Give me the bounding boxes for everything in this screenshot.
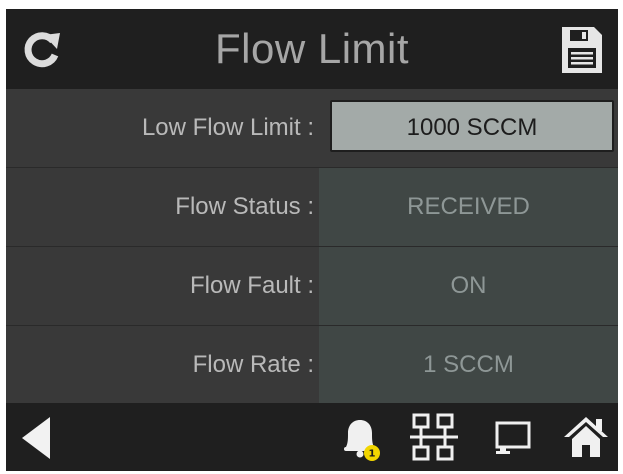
flow-limit-screen: Flow Limit Low Flow Limit : 1000 SCCM Fl… (6, 9, 618, 471)
low-flow-limit-input[interactable]: 1000 SCCM (330, 100, 614, 152)
alarm-bell-icon[interactable]: 1 (340, 415, 386, 463)
network-icon[interactable] (408, 411, 460, 465)
flow-rate-label: Flow Rate : (192, 351, 314, 378)
row-flow-rate: Flow Rate : 1 SCCM (6, 326, 618, 405)
flow-rate-value: 1 SCCM (319, 326, 618, 404)
footer-bar: 1 (6, 403, 618, 471)
flow-fault-label: Flow Fault : (189, 272, 314, 299)
alarm-count: 1 (369, 449, 376, 460)
row-flow-fault: Flow Fault : ON (6, 247, 618, 326)
page-title: Flow Limit (214, 25, 410, 72)
home-icon[interactable] (562, 413, 610, 461)
row-low-flow-limit: Low Flow Limit : 1000 SCCM (6, 89, 618, 168)
device-icon[interactable] (492, 417, 534, 459)
back-arrow-icon[interactable] (18, 415, 54, 461)
flow-fault-value: ON (319, 247, 618, 325)
row-flow-status: Flow Status : RECEIVED (6, 168, 618, 247)
settings-list: Low Flow Limit : 1000 SCCM Flow Status :… (6, 89, 618, 405)
flow-status-value: RECEIVED (319, 168, 618, 246)
header-bar: Flow Limit (6, 9, 618, 89)
flow-status-label: Flow Status : (175, 193, 314, 220)
low-flow-limit-label: Low Flow Limit : (141, 114, 314, 141)
save-icon[interactable] (556, 23, 606, 77)
